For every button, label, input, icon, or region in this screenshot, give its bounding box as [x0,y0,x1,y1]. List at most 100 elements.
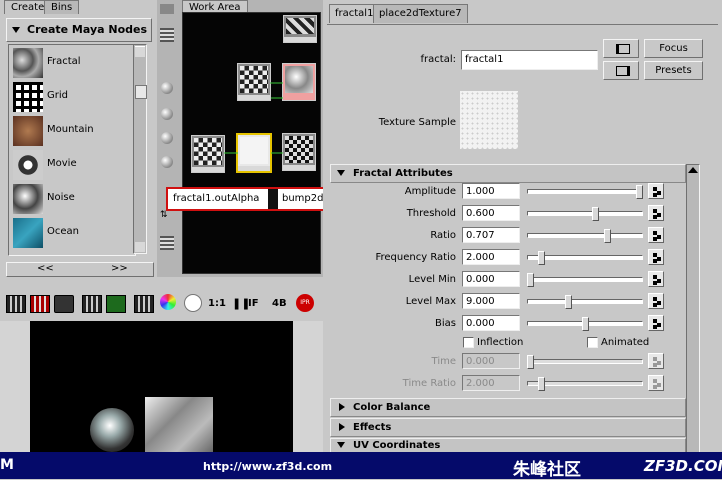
render-settings-icon[interactable] [134,295,154,313]
slider-thumb[interactable] [604,229,611,243]
sphere-icon[interactable] [161,132,173,144]
map-texture-button[interactable] [648,271,664,287]
presets-button[interactable]: Presets [644,61,703,80]
list-item-ocean[interactable]: Ocean [9,217,135,249]
slider-thumb[interactable] [527,273,534,287]
footer-url[interactable]: http://www.zf3d.com [203,460,332,473]
create-panel: Create Bins Create Maya Nodes Fractal Gr… [0,0,155,277]
list-item-fractal[interactable]: Fractal [9,47,135,79]
node-list-scrollbar[interactable] [133,44,147,254]
section-uv-coordinates[interactable]: UV Coordinates [330,438,686,453]
focus-button[interactable]: Focus [644,39,703,58]
node-label: Ocean [47,226,79,237]
sphere-icon[interactable] [161,82,173,94]
slider-thumb[interactable] [636,185,643,199]
section-title: Fractal Attributes [353,168,453,179]
attribute-editor-scrollbar[interactable] [686,164,700,453]
scroll-thumb[interactable] [135,85,147,99]
attr-label: Ratio [430,230,456,241]
attr-value-field[interactable]: 0.600 [462,205,520,221]
render-view-left-margin [0,321,30,452]
slider-thumb [538,377,545,391]
list-view-icon[interactable] [160,28,174,42]
create-nodes-header[interactable]: Create Maya Nodes [6,18,152,42]
movie-thumbnail-icon [13,150,43,180]
attr-slider[interactable] [527,299,643,304]
texture-sample-swatch[interactable] [460,91,518,149]
if-label[interactable]: IF [248,298,259,309]
output-connections-button[interactable] [603,61,639,80]
slider-thumb[interactable] [582,317,589,331]
slider-thumb[interactable] [565,295,572,309]
ipr-render-icon[interactable] [82,295,102,313]
node-name-label: fractal: [420,54,456,65]
node-name-field[interactable]: fractal1 [461,50,598,70]
scroll-up-icon[interactable] [688,167,698,173]
render-view[interactable] [30,321,293,452]
list-item-mountain[interactable]: Mountain [9,115,135,147]
input-connections-button[interactable] [603,39,639,58]
expand-right-icon [339,403,345,411]
scroll-down-icon[interactable] [135,242,145,252]
watermark-banner: M http://www.zf3d.com 朱峰社区 ZF3D.COM [0,452,722,480]
node-label: Movie [47,158,77,169]
animated-label: Animated [601,337,650,348]
tab-bins[interactable]: Bins [44,0,80,14]
animated-checkbox[interactable] [587,337,598,348]
slider-thumb[interactable] [538,251,545,265]
alpha-channel-icon[interactable] [184,294,202,312]
attr-value-field[interactable]: 0.707 [462,227,520,243]
scroll-up-icon[interactable] [135,46,145,57]
collapse-icon [12,27,20,33]
render-icon[interactable] [6,295,26,313]
slider-thumb [527,355,534,369]
attr-value-field[interactable]: 2.000 [462,249,520,265]
time-value-field: 0.000 [462,353,520,369]
map-texture-button[interactable] [648,205,664,221]
map-texture-button[interactable] [648,293,664,309]
attr-value-field[interactable]: 0.000 [462,315,520,331]
sphere-icon[interactable] [161,156,173,168]
list-item-movie[interactable]: Movie [9,149,135,181]
toolbar-icon[interactable] [160,4,174,14]
work-area-canvas[interactable] [182,12,321,274]
ipr-stop-button[interactable]: IPR [296,294,314,312]
tab-fractal1[interactable]: fractal1 [329,4,380,23]
section-title: Effects [353,422,392,433]
4b-label[interactable]: 4B [272,298,287,309]
map-texture-button[interactable] [648,249,664,265]
attr-value-field[interactable]: 9.000 [462,293,520,309]
list-view-icon[interactable] [160,236,174,250]
sort-icon[interactable]: ⇅ [160,210,174,224]
attr-value-field[interactable]: 1.000 [462,183,520,199]
refresh-icon[interactable] [106,295,126,313]
list-item-grid[interactable]: Grid [9,81,135,113]
map-texture-button[interactable] [648,183,664,199]
color-wheel-icon[interactable] [160,294,176,310]
attr-value-field[interactable]: 0.000 [462,271,520,287]
ocean-thumbnail-icon [13,218,43,248]
map-texture-button[interactable] [648,227,664,243]
inflection-label: Inflection [477,337,524,348]
attr-label: Level Max [405,296,456,307]
ratio-label[interactable]: 1:1 [208,298,226,309]
section-color-balance[interactable]: Color Balance [330,398,686,417]
snapshot-camera-icon[interactable] [54,295,74,313]
map-texture-button[interactable] [648,315,664,331]
hypershade-side-toolbar: ⇅ [157,0,178,277]
inflection-checkbox[interactable] [463,337,474,348]
nav-next-button[interactable]: >> [111,263,128,274]
attr-slider[interactable] [527,189,643,194]
list-item-noise[interactable]: Noise [9,183,135,215]
attr-slider[interactable] [527,277,643,282]
map-texture-button [648,375,664,391]
sphere-icon[interactable] [161,108,173,120]
render-region-icon[interactable] [30,295,50,313]
attr-slider[interactable] [527,211,643,216]
attr-slider[interactable] [527,233,643,238]
section-effects[interactable]: Effects [330,418,686,437]
section-fractal-attributes[interactable]: Fractal Attributes [330,164,686,183]
nav-prev-button[interactable]: << [37,263,54,274]
tab-place2dtexture7[interactable]: place2dTexture7 [373,4,468,23]
slider-thumb[interactable] [592,207,599,221]
